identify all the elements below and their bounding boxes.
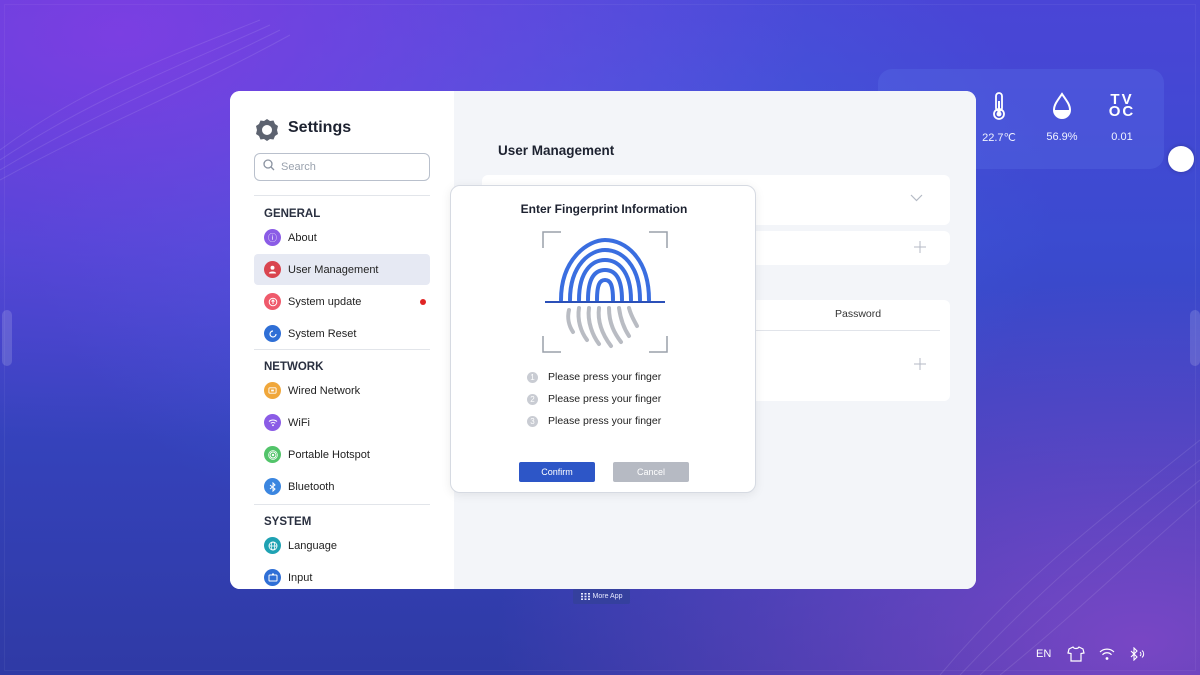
sidebar-item-portable-hotspot[interactable]: Portable Hotspot — [254, 439, 430, 470]
more-app-button[interactable]: More App — [573, 589, 630, 604]
floating-assistant-ball[interactable] — [1168, 146, 1194, 172]
step-number-badge: 3 — [527, 415, 538, 427]
search-field[interactable] — [254, 153, 430, 181]
tvoc-icon: TV OC — [1097, 91, 1147, 121]
system-status-bar: EN — [1036, 646, 1159, 662]
sidebar-item-language[interactable]: Language — [254, 530, 430, 561]
sidebar-item-user-management[interactable]: User Management — [254, 254, 430, 285]
sidebar-item-label: System Reset — [288, 327, 357, 340]
tvoc-value: 0.01 — [1111, 131, 1133, 143]
language-indicator[interactable]: EN — [1036, 648, 1051, 660]
search-icon — [263, 158, 275, 176]
settings-sidebar: Settings GENERAL ⓘ About User Management… — [230, 91, 454, 589]
sidebar-item-wired-network[interactable]: Wired Network — [254, 375, 430, 406]
humidity-value: 56.9% — [1046, 131, 1078, 143]
language-icon — [264, 537, 281, 554]
sidebar-item-label: System update — [288, 295, 362, 308]
add-icon[interactable] — [914, 237, 926, 258]
fingerprint-step-2: 2 Please press your finger — [527, 393, 661, 405]
cancel-button[interactable]: Cancel — [613, 462, 689, 482]
sidebar-item-label: Input — [288, 571, 313, 584]
sidebar-item-label: Language — [288, 539, 337, 552]
divider — [254, 349, 430, 350]
hotspot-icon — [264, 446, 281, 463]
sidebar-item-label: Bluetooth — [288, 480, 335, 493]
fingerprint-icon — [542, 231, 668, 353]
tvoc-glyph-bottom: OC — [1108, 103, 1136, 120]
column-header-password: Password — [835, 308, 882, 320]
wifi-status-icon[interactable] — [1099, 647, 1115, 661]
temperature-value: 22.7℃ — [982, 132, 1016, 144]
fingerprint-scan-area — [539, 228, 671, 363]
divider — [254, 504, 430, 505]
sidebar-item-system-update[interactable]: System update — [254, 286, 430, 317]
sidebar-item-system-reset[interactable]: System Reset — [254, 318, 430, 349]
search-input[interactable] — [281, 161, 421, 173]
bluetooth-icon — [264, 478, 281, 495]
dialog-title: Enter Fingerprint Information — [520, 202, 688, 216]
update-badge — [420, 299, 426, 305]
fingerprint-step-3: 3 Please press your finger — [527, 415, 661, 427]
confirm-button[interactable]: Confirm — [519, 462, 595, 482]
sidebar-item-bluetooth[interactable]: Bluetooth — [254, 471, 430, 502]
grid-icon — [580, 593, 590, 600]
fingerprint-step-1: 1 Please press your finger — [527, 371, 661, 383]
user-icon — [264, 261, 281, 278]
tshirt-icon[interactable] — [1067, 646, 1086, 662]
sidebar-item-wifi[interactable]: WiFi — [254, 407, 430, 438]
sidebar-item-label: Portable Hotspot — [288, 448, 370, 461]
sidebar-item-about[interactable]: ⓘ About — [254, 222, 430, 253]
sidebar-item-label: WiFi — [288, 416, 310, 429]
sidebar-item-label: User Management — [288, 263, 379, 276]
humidity-sensor: 56.9% — [1037, 91, 1087, 143]
wifi-icon — [264, 414, 281, 431]
sidebar-item-label: Wired Network — [288, 384, 361, 397]
step-text: Please press your finger — [548, 371, 662, 383]
divider — [254, 195, 430, 196]
section-title-network: NETWORK — [264, 361, 324, 373]
right-edge-handle[interactable] — [1190, 310, 1200, 366]
page-title: User Management — [498, 143, 615, 158]
settings-title: Settings — [288, 119, 352, 136]
add-credential-icon[interactable] — [914, 354, 926, 375]
sidebar-item-label: About — [288, 231, 317, 244]
thermometer-icon — [974, 91, 1024, 121]
gear-icon — [254, 117, 280, 148]
wired-network-icon — [264, 382, 281, 399]
step-number-badge: 2 — [527, 393, 538, 405]
more-app-label: More App — [592, 593, 623, 600]
reset-icon — [264, 325, 281, 342]
step-text: Please press your finger — [548, 393, 662, 405]
input-icon — [264, 569, 281, 586]
tvoc-sensor: TV OC 0.01 — [1097, 91, 1147, 143]
water-drop-icon — [1037, 91, 1087, 121]
bluetooth-status-icon[interactable] — [1129, 647, 1145, 661]
chevron-down-icon[interactable] — [910, 191, 923, 205]
fingerprint-dialog: Enter Fingerprint Information 1 Please p… — [450, 185, 756, 493]
left-edge-handle[interactable] — [2, 310, 12, 366]
step-text: Please press your finger — [548, 415, 662, 427]
section-title-system: SYSTEM — [264, 516, 312, 528]
update-icon — [264, 293, 281, 310]
sidebar-item-input[interactable]: Input — [254, 562, 430, 589]
section-title-general: GENERAL — [264, 208, 321, 220]
temperature-sensor: 22.7℃ — [974, 91, 1024, 144]
step-number-badge: 1 — [527, 371, 538, 383]
info-icon: ⓘ — [264, 229, 281, 246]
